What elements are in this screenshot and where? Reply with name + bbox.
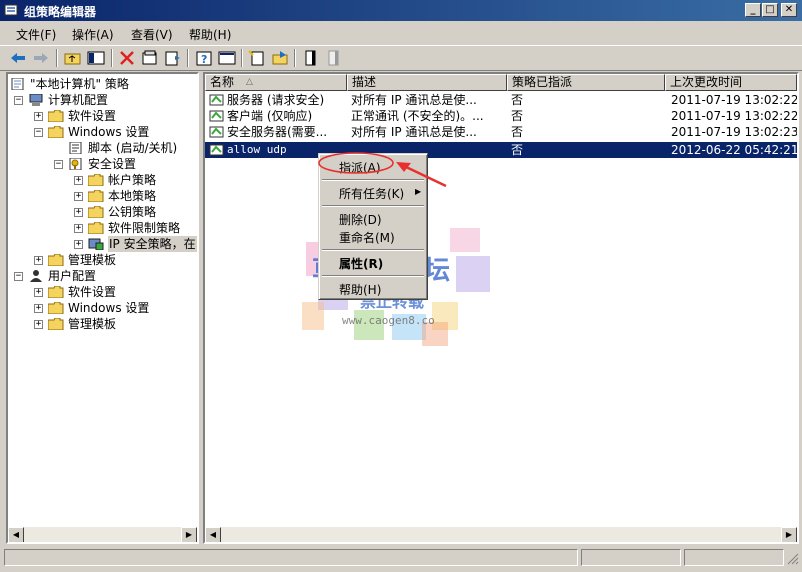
minimize-button[interactable]: _ [745,3,761,17]
menu-separator [322,179,424,181]
tree-hscrollbar[interactable]: ◀ ▶ [8,527,197,542]
table-row-selected[interactable]: allow udp 否 2012-06-22 05:42:21 [205,142,797,158]
assign-policy-icon[interactable] [301,49,321,67]
collapse-icon[interactable]: − [34,128,43,137]
status-panel [684,549,784,566]
gpedit-app-icon [4,4,18,16]
table-row[interactable]: 安全服务器(需要... 对所有 IP 通讯总是使... 否 2011-07-19… [205,124,797,140]
menu-file[interactable]: 文件(F) [16,26,56,43]
column-header-assigned[interactable]: 策略已指派 [507,74,665,91]
status-panel-main [4,549,578,566]
ip-policy-icon [209,110,224,122]
collapse-icon[interactable]: − [14,96,23,105]
expand-icon[interactable]: + [74,224,83,233]
maximize-button[interactable]: □ [762,3,778,17]
toolbar: ? [0,45,802,71]
list-pane[interactable]: 名称 △ 描述 策略已指派 上次更改时间 服务器 (请求安全) 对所有 IP 通… [203,72,799,544]
sort-ascending-icon: △ [246,77,253,87]
expand-icon[interactable]: + [34,304,43,313]
toolbar-separator [294,49,296,67]
unassign-policy-icon[interactable] [324,49,344,67]
ctx-all-tasks[interactable]: 所有任务(K) [339,185,404,202]
properties-icon[interactable] [140,49,160,67]
create-policy-icon[interactable] [247,49,267,67]
ip-policy-icon [209,144,224,156]
folder-icon [88,174,104,186]
refresh-icon[interactable] [163,49,183,67]
folder-icon [88,190,104,202]
back-icon[interactable] [8,49,28,67]
folder-icon [88,222,104,234]
folder-icon [88,206,104,218]
user-icon [30,270,42,282]
title-bar: 组策略编辑器 _ □ ✕ [0,0,802,21]
folder-open-icon [48,126,64,138]
menu-separator [322,275,424,277]
toolbar-separator [187,49,189,67]
ctx-delete[interactable]: 删除(D) [339,211,382,228]
ctx-properties[interactable]: 属性(R) [339,255,383,272]
status-bar [0,547,802,569]
ip-policy-icon [209,94,224,106]
script-icon [69,142,82,154]
scroll-right-button[interactable]: ▶ [781,527,797,542]
expand-icon[interactable]: + [74,240,83,249]
column-header-name[interactable]: 名称 △ [205,74,347,91]
context-menu: 指派(A) 所有任务(K) ▶ 删除(D) 重命名(M) 属性(R) 帮助(H) [318,153,428,300]
scroll-left-button[interactable]: ◀ [8,527,24,542]
toolbar-separator [111,49,113,67]
folder-icon [48,302,64,314]
menu-help[interactable]: 帮助(H) [189,26,231,43]
table-row[interactable]: 服务器 (请求安全) 对所有 IP 通讯总是使... 否 2011-07-19 … [205,92,797,108]
svg-text:?: ? [201,53,207,66]
forward-icon[interactable] [31,49,51,67]
list-hscrollbar[interactable]: ◀ ▶ [205,527,797,542]
toolbar-separator [56,49,58,67]
expand-icon[interactable]: + [34,256,43,265]
menu-view[interactable]: 查看(V) [131,26,173,43]
manage-filters-icon[interactable] [270,49,290,67]
folder-icon [48,318,64,330]
expand-icon[interactable]: + [74,176,83,185]
folder-icon [48,110,64,122]
toolbar-separator [241,49,243,67]
up-level-icon[interactable] [63,49,83,67]
expand-icon[interactable]: + [34,288,43,297]
ctx-assign[interactable]: 指派(A) [339,159,381,176]
tree-pane[interactable]: "本地计算机" 策略 − 计算机配置 + 软件设置 − Windows 设置 脚… [6,72,199,544]
menu-action[interactable]: 操作(A) [72,26,114,43]
ctx-rename[interactable]: 重命名(M) [339,229,395,246]
help-icon[interactable]: ? [194,49,214,67]
scroll-left-button[interactable]: ◀ [205,527,221,542]
close-button[interactable]: ✕ [781,3,797,17]
scroll-right-button[interactable]: ▶ [181,527,197,542]
submenu-arrow-icon: ▶ [415,187,422,196]
expand-icon[interactable]: + [34,112,43,121]
status-panel [581,549,681,566]
computer-icon [29,94,43,106]
collapse-icon[interactable]: − [54,160,63,169]
security-settings-icon [69,158,82,170]
delete-icon[interactable] [117,49,137,67]
column-header-desc[interactable]: 描述 [347,74,507,91]
window-title: 组策略编辑器 [24,5,97,19]
folder-icon [48,254,64,266]
ip-policy-icon [209,126,224,138]
show-hide-tree-icon[interactable] [86,49,106,67]
table-row[interactable]: 客户端 (仅响应) 正常通讯 (不安全的)。... 否 2011-07-19 1… [205,108,797,124]
folder-icon [48,286,64,298]
column-header-modified[interactable]: 上次更改时间 [665,74,797,91]
ip-security-icon [88,238,104,250]
menu-bar: 文件(F) 操作(A) 查看(V) 帮助(H) [0,22,802,44]
expand-icon[interactable]: + [74,192,83,201]
console-window-icon[interactable] [217,49,237,67]
expand-icon[interactable]: + [74,208,83,217]
ctx-help[interactable]: 帮助(H) [339,281,381,298]
collapse-icon[interactable]: − [14,272,23,281]
expand-icon[interactable]: + [34,320,43,329]
resize-grip-icon[interactable] [787,553,799,565]
menu-separator [322,205,424,207]
policy-doc-icon [11,78,24,90]
menu-separator [322,249,424,251]
